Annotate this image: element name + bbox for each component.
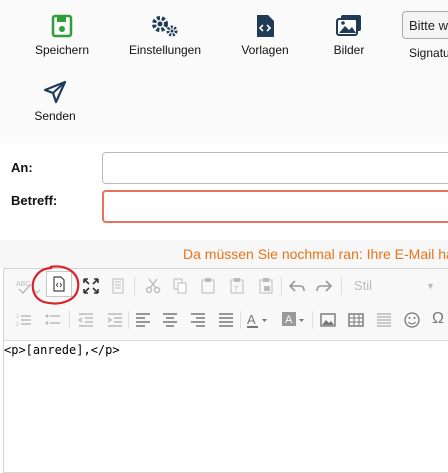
to-input[interactable]: [102, 152, 448, 184]
svg-text:1: 1: [16, 314, 19, 320]
images-icon: [336, 15, 361, 36]
save-label: Speichern: [34, 43, 90, 57]
paste-word-icon[interactable]: [258, 278, 274, 294]
style-dropdown[interactable]: Stil ▼: [348, 275, 440, 297]
align-center-icon[interactable]: [162, 312, 178, 328]
settings-button[interactable]: Einstellungen: [124, 14, 206, 57]
toolbar-separator: [134, 277, 135, 295]
redo-icon[interactable]: [316, 278, 332, 294]
file-code-icon: [257, 15, 274, 37]
save-button[interactable]: Speichern: [30, 14, 94, 57]
bullet-list-icon[interactable]: [45, 312, 61, 328]
toolbar-separator: [69, 311, 70, 329]
indent-icon[interactable]: [107, 312, 123, 328]
numbered-list-icon[interactable]: 12: [16, 312, 32, 328]
svg-text:A: A: [285, 314, 293, 326]
toolbar-separator: [341, 277, 342, 295]
table-icon[interactable]: [348, 312, 364, 328]
style-label: Stil: [354, 278, 373, 293]
paste-icon[interactable]: [200, 278, 216, 294]
send-button[interactable]: Senden: [30, 80, 80, 123]
align-right-icon[interactable]: [190, 312, 206, 328]
text-color-icon[interactable]: A: [246, 312, 270, 328]
signature-select[interactable]: Bitte w: [402, 11, 448, 39]
svg-text:T: T: [234, 286, 239, 293]
toolbar-separator: [281, 277, 282, 295]
paper-plane-icon: [43, 80, 67, 104]
gears-icon: [152, 16, 178, 37]
templates-button[interactable]: Vorlagen: [236, 14, 294, 57]
background-color-icon[interactable]: A: [282, 312, 306, 328]
images-button[interactable]: Bilder: [326, 14, 372, 57]
to-label: An:: [11, 160, 33, 175]
image-icon[interactable]: [320, 312, 336, 328]
undo-icon[interactable]: [289, 278, 305, 294]
signature-label: Signatu: [409, 46, 448, 60]
subject-input[interactable]: [102, 190, 448, 223]
svg-text:2: 2: [16, 322, 19, 328]
templates-label: Vorlagen: [241, 43, 289, 57]
chevron-down-icon: ▼: [426, 281, 435, 291]
subject-label: Betreff:: [11, 193, 58, 208]
paste-text-icon[interactable]: T: [229, 278, 245, 294]
images-label: Bilder: [333, 43, 365, 57]
align-left-icon[interactable]: [135, 312, 151, 328]
toolbar-separator: [128, 311, 129, 329]
show-blocks-icon[interactable]: [110, 278, 126, 294]
special-char-icon[interactable]: Ω: [432, 310, 444, 328]
cut-icon[interactable]: [145, 278, 161, 294]
outdent-icon[interactable]: [78, 312, 94, 328]
editor-source-text[interactable]: <p>[anrede],</p>: [4, 343, 120, 357]
toolbar-separator: [312, 311, 313, 329]
copy-icon[interactable]: [172, 278, 188, 294]
annotation-circle: [31, 265, 80, 305]
save-icon: [51, 14, 73, 38]
settings-label: Einstellungen: [128, 43, 202, 57]
svg-text:A: A: [247, 312, 256, 327]
horizontal-line-icon[interactable]: [376, 312, 392, 328]
smiley-icon[interactable]: [404, 312, 420, 328]
align-justify-icon[interactable]: [218, 312, 234, 328]
toolbar-separator: [240, 311, 241, 329]
maximize-icon[interactable]: [83, 278, 99, 294]
alert-text: Da müssen Sie nochmal ran: Ihre E-Mail h…: [183, 246, 448, 262]
send-label: Senden: [34, 109, 76, 123]
